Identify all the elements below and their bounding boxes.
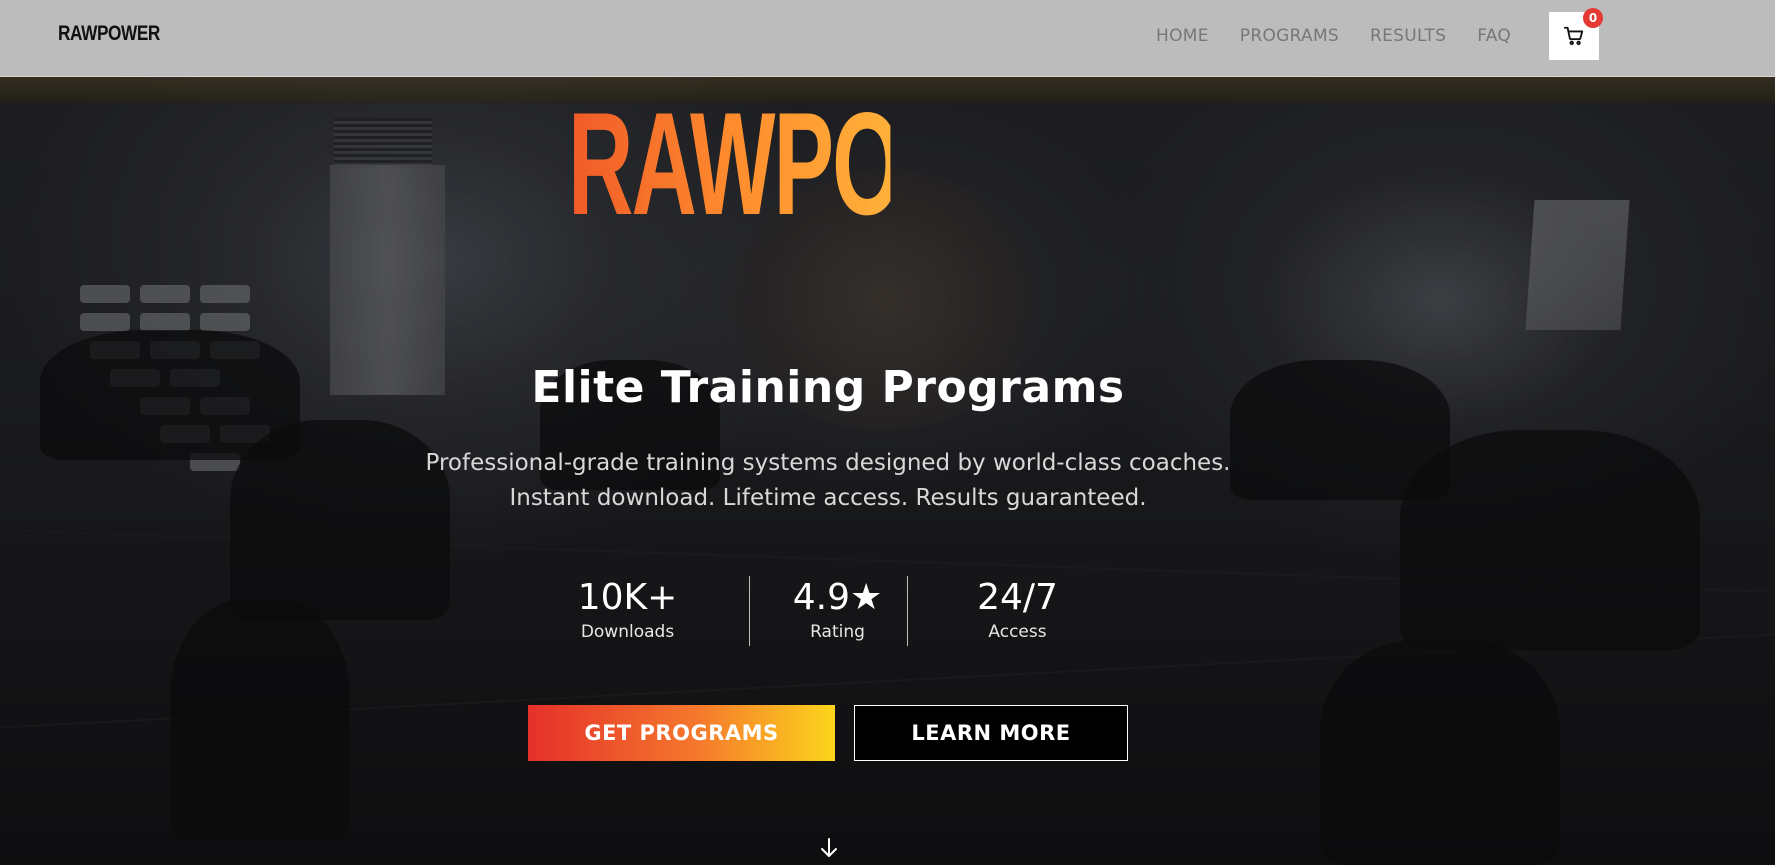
nav-link-home[interactable]: HOME (1156, 26, 1209, 46)
stat-value: 4.9★ (792, 577, 883, 618)
hero-subtitle: Elite Training Programs (531, 362, 1125, 413)
stat-rating: 4.9★ Rating (770, 576, 905, 644)
arrow-down-icon[interactable] (817, 836, 841, 860)
stat-label: Downloads (580, 622, 675, 642)
cart-count-badge: 0 (1583, 8, 1603, 28)
nav-links: HOME PROGRAMS RESULTS FAQ (1156, 26, 1511, 46)
nav-link-results[interactable]: RESULTS (1370, 26, 1446, 46)
cart-icon (1563, 26, 1584, 46)
hero-description-line: Instant download. Lifetime access. Resul… (509, 485, 1147, 511)
stat-divider (749, 576, 750, 646)
stat-access: 24/7 Access (950, 576, 1085, 644)
nav-link-faq[interactable]: FAQ (1477, 26, 1511, 46)
stat-divider (907, 576, 908, 646)
learn-more-button[interactable]: LEARN MORE (854, 705, 1128, 761)
hero-title: RAWPOWER (568, 82, 1108, 245)
hero-description-line: Professional-grade training systems desi… (425, 450, 1231, 476)
stat-label: Access (988, 622, 1047, 642)
stat-value: 10K+ (577, 577, 678, 618)
stat-downloads: 10K+ Downloads (560, 576, 695, 644)
hero-description: Professional-grade training systems desi… (0, 446, 1656, 516)
get-programs-button[interactable]: GET PROGRAMS (528, 705, 835, 761)
nav-link-programs[interactable]: PROGRAMS (1240, 26, 1339, 46)
stat-label: Rating (810, 622, 865, 642)
stat-value: 24/7 (977, 577, 1058, 618)
navbar: RAWPOWER HOME PROGRAMS RESULTS FAQ 0 (0, 0, 1775, 77)
nav-logo[interactable]: RAWPOWER (58, 22, 160, 46)
stats-row: 10K+ Downloads 4.9★ Rating 24/7 Access (560, 576, 1070, 646)
